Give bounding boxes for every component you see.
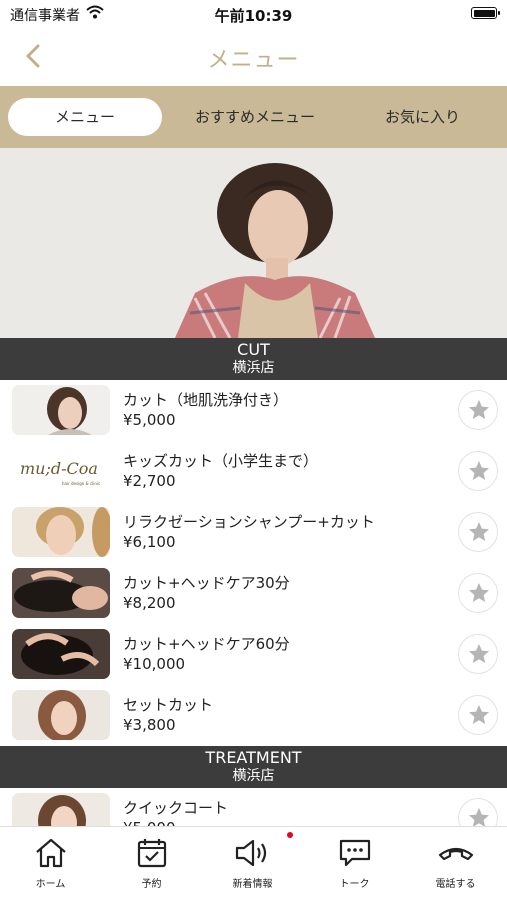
status-bar: 通信事業者 午前10:39 [0, 0, 507, 28]
menu-item-price: ¥5,000 [123, 411, 176, 429]
home-icon [35, 838, 66, 868]
menu-item-name: キッズカット（小学生まで） [123, 452, 319, 470]
battery-icon [471, 7, 500, 19]
phone-icon [438, 847, 473, 861]
hero-photo [0, 148, 507, 338]
menu-item[interactable]: カット（地肌洗浄付き） ¥5,000 [0, 380, 507, 441]
calendar-icon [137, 839, 166, 868]
menu-item[interactable]: セットカット ¥3,800 [0, 685, 507, 746]
menu-item[interactable]: カット+ヘッドケア60分 ¥10,000 [0, 624, 507, 685]
star-icon [469, 461, 489, 480]
tab-menu[interactable]: メニュー [8, 98, 162, 136]
tab-label: 予約 [141, 879, 162, 890]
section-store: 横浜店 [232, 768, 275, 784]
menu-item-name: クイックコート [123, 799, 229, 817]
tab-label: 新着情報 [232, 879, 273, 890]
favorite-button[interactable] [458, 390, 498, 430]
menu-thumbnail [12, 385, 110, 435]
menu-thumbnail [12, 629, 110, 679]
tab-favorites[interactable]: お気に入り [345, 98, 500, 136]
page-title: メニュー [207, 48, 300, 73]
hero-image [0, 148, 507, 338]
menu-item-name: カット+ヘッドケア30分 [123, 574, 290, 592]
star-icon [469, 400, 489, 419]
menu-thumbnail [12, 568, 110, 618]
favorite-button[interactable] [458, 512, 498, 552]
salon-logo: mu;d-Coa [20, 459, 98, 478]
menu-thumbnail: mu;d-Coa hair design & clinic [12, 446, 110, 496]
favorite-button[interactable] [458, 695, 498, 735]
menu-item-name: カット（地肌洗浄付き） [123, 391, 289, 409]
star-icon [469, 522, 489, 541]
menu-thumbnail [12, 690, 110, 740]
tab-call[interactable]: 電話する [405, 835, 506, 897]
nav-bar: メニュー [0, 28, 507, 86]
section-header-treatment: TREATMENT 横浜店 [0, 746, 507, 788]
star-icon [469, 705, 489, 724]
star-icon [469, 583, 489, 602]
section-store: 横浜店 [232, 360, 275, 376]
menu-item-price: ¥10,000 [123, 655, 186, 673]
section-header-cut: CUT 横浜店 [0, 338, 507, 380]
tab-label: 電話する [435, 879, 476, 890]
menu-item-price: ¥2,700 [123, 472, 176, 490]
menu-item-price: ¥3,800 [123, 716, 176, 734]
chat-icon [339, 839, 370, 867]
section-title: CUT [237, 340, 270, 359]
menu-item-name: カット+ヘッドケア60分 [123, 635, 290, 653]
menu-item-price: ¥8,200 [123, 594, 176, 612]
bottom-tab-bar: ホーム 予約 新着情報 トーク 電話する [0, 826, 507, 901]
menu-item[interactable]: カット+ヘッドケア30分 ¥8,200 [0, 563, 507, 624]
notification-badge [287, 832, 293, 838]
section-title: TREATMENT [205, 748, 302, 767]
star-icon [469, 644, 489, 663]
segment-tabs: メニュー おすすめメニュー お気に入り [0, 86, 507, 148]
favorite-button[interactable] [458, 634, 498, 674]
salon-logo-sub: hair design & clinic [62, 481, 101, 486]
favorite-button[interactable] [458, 451, 498, 491]
tab-home[interactable]: ホーム [0, 835, 101, 897]
tab-reserve[interactable]: 予約 [101, 835, 202, 897]
menu-item[interactable]: リラクゼーションシャンプー+カット ¥6,100 [0, 502, 507, 563]
tab-talk[interactable]: トーク [304, 835, 405, 897]
tab-label: トーク [339, 879, 370, 890]
favorite-button[interactable] [458, 573, 498, 613]
clock: 午前10:39 [214, 7, 293, 25]
speaker-icon [235, 839, 266, 867]
menu-thumbnail [12, 507, 110, 557]
menu-item[interactable]: mu;d-Coa hair design & clinic キッズカット（小学生… [0, 441, 507, 502]
tab-recommended[interactable]: おすすめメニュー [175, 98, 335, 136]
tab-label: ホーム [35, 879, 66, 890]
menu-item-price: ¥6,100 [123, 533, 176, 551]
menu-item-name: リラクゼーションシャンプー+カット [123, 513, 375, 531]
menu-item-name: セットカット [123, 696, 214, 714]
tab-news[interactable]: 新着情報 [202, 835, 303, 897]
